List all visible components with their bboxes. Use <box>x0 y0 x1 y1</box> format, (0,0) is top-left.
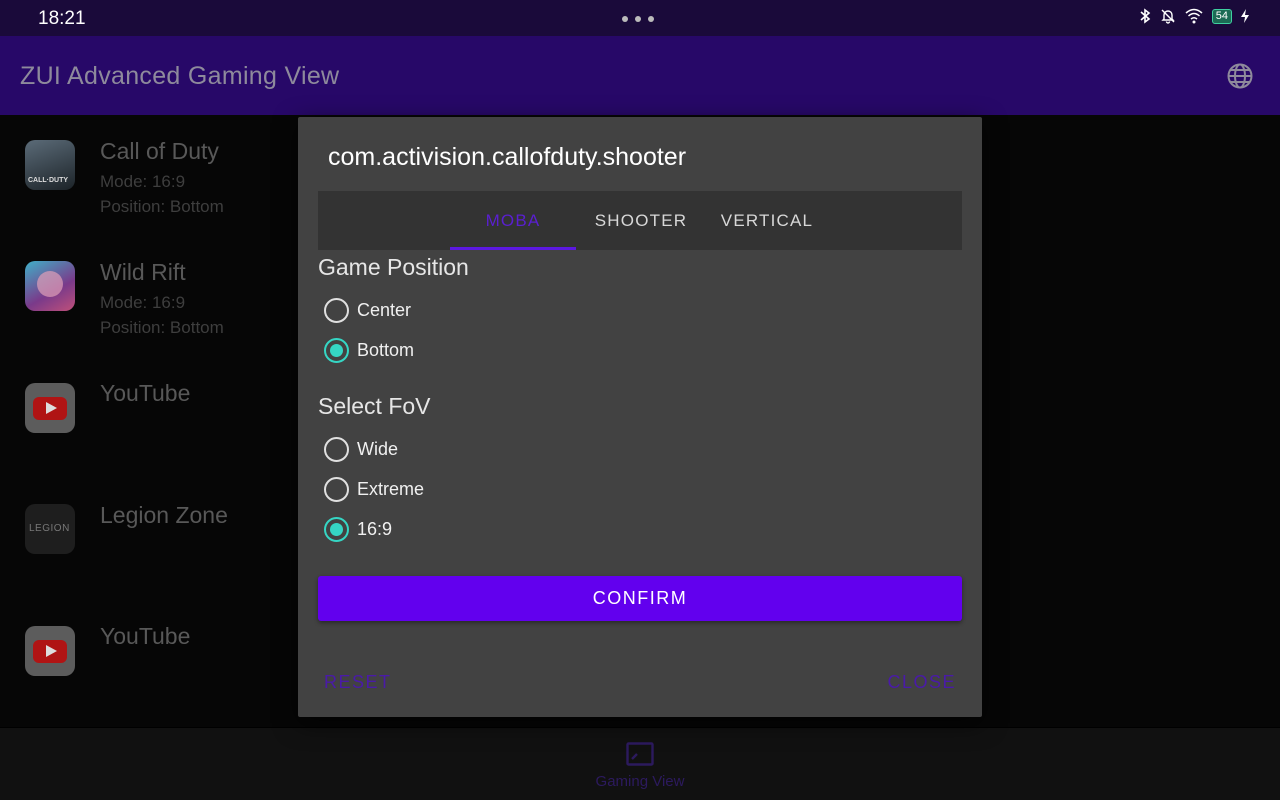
legion-icon-text: LEGION <box>29 523 70 534</box>
wild-rift-icon <box>25 261 75 311</box>
wifi-icon <box>1185 8 1203 24</box>
radio-button[interactable] <box>324 337 349 363</box>
radio-option-bottom[interactable]: Bottom <box>324 336 414 364</box>
screen: 18:21 54 ZUI Advanced Gaming View CALL·D… <box>0 0 1280 800</box>
dialog-title: com.activision.callofduty.shooter <box>328 143 687 171</box>
legion-icon: LEGION <box>25 504 75 554</box>
radio-button[interactable] <box>324 297 349 323</box>
list-item-youtube[interactable]: YouTube <box>0 357 300 477</box>
radio-button[interactable] <box>324 476 349 502</box>
youtube-icon <box>25 383 75 433</box>
app-title: ZUI Advanced Gaming View <box>20 62 340 90</box>
close-button[interactable]: CLOSE <box>887 672 956 693</box>
confirm-button[interactable]: CONFIRM <box>318 576 962 621</box>
item-mode: Mode: 16:9 <box>100 293 186 312</box>
tab-shooter[interactable]: SHOOTER <box>580 191 702 250</box>
reset-button[interactable]: RESET <box>324 672 392 693</box>
status-time: 18:21 <box>38 8 86 29</box>
radio-option-center[interactable]: Center <box>324 296 411 324</box>
radio-label: Bottom <box>357 339 415 360</box>
item-mode: Mode: 16:9 <box>100 172 186 191</box>
radio-button[interactable] <box>324 436 349 462</box>
status-bar: 18:21 54 <box>0 0 1280 36</box>
status-icons: 54 <box>1138 8 1250 24</box>
item-title: YouTube <box>100 623 191 649</box>
list-item-legion-zone[interactable]: LEGION Legion Zone <box>0 479 300 599</box>
item-position: Position: Bottom <box>100 197 224 216</box>
bluetooth-icon <box>1140 8 1151 24</box>
radio-label: Extreme <box>357 478 425 499</box>
list-item-youtube-2[interactable]: YouTube <box>0 600 300 720</box>
radio-label: Wide <box>357 438 399 459</box>
item-title: Wild Rift <box>100 259 186 285</box>
call-of-duty-icon-text: CALL·DUTY <box>28 177 69 184</box>
call-of-duty-icon: CALL·DUTY <box>25 140 75 190</box>
gaming-view-icon[interactable] <box>626 742 654 766</box>
nav-label-gaming-view[interactable]: Gaming View <box>0 773 1280 790</box>
list-item-wild-rift[interactable]: Wild Rift Mode: 16:9 Position: Bottom <box>0 236 300 356</box>
game-settings-dialog: com.activision.callofduty.shooter MOBA S… <box>298 117 982 717</box>
radio-button[interactable] <box>324 516 349 542</box>
tab-bar: MOBA SHOOTER VERTICAL <box>318 191 962 250</box>
bell-off-icon <box>1161 9 1175 24</box>
item-position: Position: Bottom <box>100 318 224 337</box>
app-bar: ZUI Advanced Gaming View <box>0 36 1280 115</box>
active-tab-indicator <box>450 247 576 250</box>
battery-level: 54 <box>1211 8 1232 24</box>
radio-label: Center <box>357 299 412 320</box>
radio-label: 16:9 <box>357 518 393 539</box>
section-title-game-position: Game Position <box>318 254 469 280</box>
youtube-icon <box>25 626 75 676</box>
item-title: Legion Zone <box>100 502 228 528</box>
radio-option-extreme[interactable]: Extreme <box>324 475 424 503</box>
radio-option-16-9[interactable]: 16:9 <box>324 515 392 543</box>
radio-option-wide[interactable]: Wide <box>324 435 398 463</box>
item-title: YouTube <box>100 380 191 406</box>
list-item-call-of-duty[interactable]: CALL·DUTY Call of Duty Mode: 16:9 Positi… <box>0 115 300 235</box>
language-globe-icon[interactable] <box>1226 62 1254 90</box>
charging-icon <box>1241 9 1249 23</box>
section-title-fov: Select FoV <box>318 393 431 419</box>
bottom-nav: Gaming View <box>0 728 1280 800</box>
tab-moba[interactable]: MOBA <box>450 191 576 250</box>
tab-vertical[interactable]: VERTICAL <box>706 191 828 250</box>
more-dots-icon[interactable] <box>622 16 654 22</box>
item-title: Call of Duty <box>100 138 219 164</box>
